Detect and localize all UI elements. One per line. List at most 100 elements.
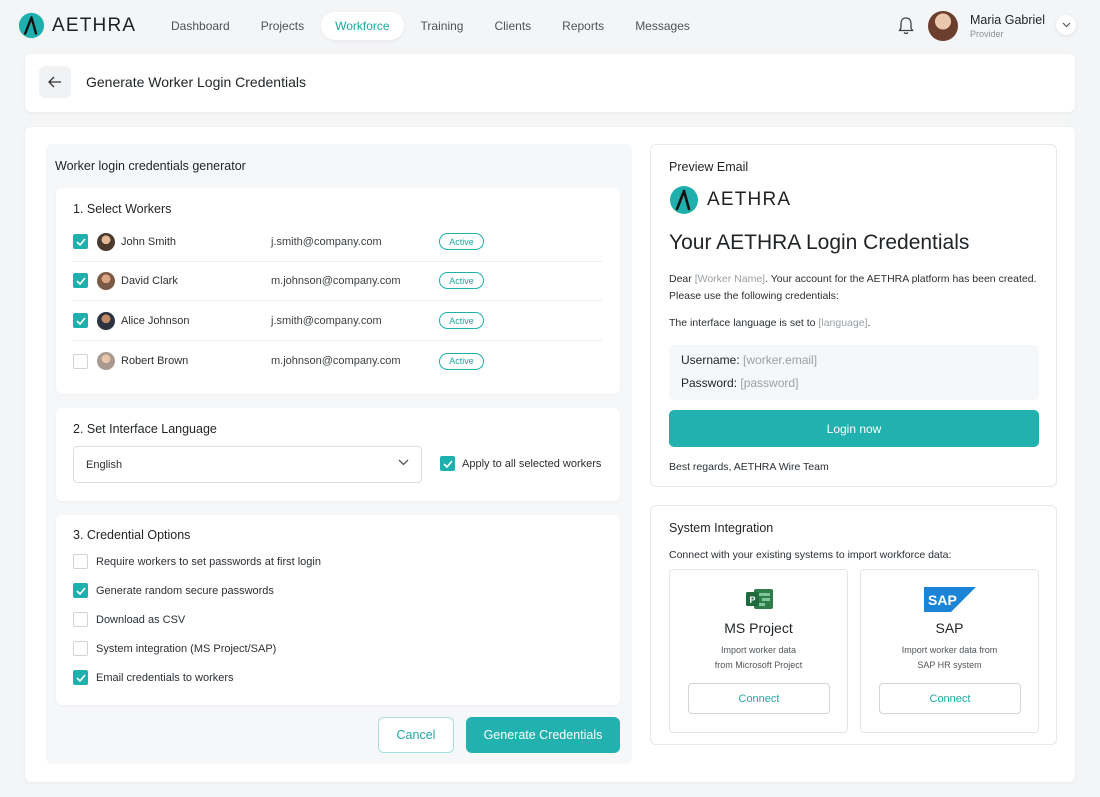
worker-email: j.smith@company.com [271,314,382,327]
worker-name: Robert Brown [121,355,189,367]
check-icon [75,586,86,595]
user-name: Maria Gabriel [970,13,1046,27]
check-icon [75,673,86,682]
option-checkbox[interactable] [73,612,88,627]
avatar [97,311,115,330]
brand-name: AETHRA [52,14,137,36]
option-download-csv[interactable]: Download as CSV [73,612,185,627]
username-placeholder: [worker.email] [743,353,818,367]
page-title: Generate Worker Login Credentials [86,74,306,90]
language-line-text: The interface language is set to [669,317,819,329]
connect-sap-button[interactable]: Connect [879,683,1021,714]
top-navigation: AETHRA Dashboard Projects Workforce Trai… [0,0,1100,52]
worker-row[interactable]: Alice Johnson j.smith@company.com Active [73,301,602,341]
worker-email: j.smith@company.com [271,235,382,248]
language-line-end: . [867,317,871,329]
email-signoff: Best regards, AETHRA Wire Team [669,461,829,473]
option-random-passwords[interactable]: Generate random secure passwords [73,583,274,598]
language-select-value: English [86,458,123,471]
worker-email: m.johnson@company.com [271,355,401,367]
cancel-button[interactable]: Cancel [378,717,454,753]
avatar [97,271,115,290]
option-checkbox[interactable] [73,583,88,598]
user-role: Provider [970,29,1004,39]
status-badge: Active [439,233,484,250]
email-logo-text: AETHRA [707,189,792,210]
worker-checkbox[interactable] [73,313,88,328]
nav-reports[interactable]: Reports [548,12,618,40]
nav-messages[interactable]: Messages [621,12,704,40]
worker-row[interactable]: Robert Brown m.johnson@company.com Activ… [73,341,602,381]
integration-description: Connect with your existing systems to im… [669,549,952,561]
login-now-button[interactable]: Login now [669,410,1039,447]
generator-title: Worker login credentials generator [55,159,246,173]
worker-name-placeholder: [Worker Name] [694,273,766,285]
apply-all-label: Apply to all selected workers [462,457,602,470]
avatar [928,11,958,41]
worker-checkbox[interactable] [73,273,88,288]
page-header: Generate Worker Login Credentials [25,54,1075,112]
avatar [97,232,115,251]
option-system-integration[interactable]: System integration (MS Project/SAP) [73,641,276,656]
preview-title: Preview Email [669,160,749,174]
apply-all-option[interactable]: Apply to all selected workers [440,456,601,471]
username-label: Username: [681,353,740,367]
bell-icon[interactable] [897,16,915,36]
nav-clients[interactable]: Clients [480,12,545,40]
select-workers-card: 1. Select Workers John Smith j.smith@com… [56,188,620,394]
credential-options-title: 3. Credential Options [73,528,191,542]
option-checkbox[interactable] [73,670,88,685]
check-icon [75,276,86,285]
brand-logo[interactable]: AETHRA [18,12,136,39]
sap-icon: SAP [924,587,976,612]
sap-description: Import worker data from SAP HR system [861,643,1038,673]
avatar [97,352,115,370]
main-nav: Dashboard Projects Workforce Training Cl… [157,12,707,40]
email-language-line: The interface language is set to [langua… [669,317,870,329]
sap-logo-text: SAP [928,592,957,608]
status-badge: Active [439,352,484,370]
worker-row[interactable]: John Smith j.smith@company.com Active [73,222,602,262]
worker-checkbox[interactable] [73,234,88,249]
generate-credentials-button[interactable]: Generate Credentials [466,717,620,753]
status-badge: Active [439,272,484,289]
email-body: Dear [Worker Name]. Your account for the… [669,271,1041,305]
password-label: Password: [681,376,738,390]
option-label: Download as CSV [96,613,186,626]
back-button[interactable] [39,66,71,98]
option-first-login-password[interactable]: Require workers to set passwords at firs… [73,554,321,569]
password-line: Password: [password] [681,376,798,390]
language-card: 2. Set Interface Language English Apply … [56,408,620,501]
nav-projects[interactable]: Projects [247,12,318,40]
language-section-title: 2. Set Interface Language [73,422,217,436]
user-profile[interactable]: Maria Gabriel Provider [928,11,1045,41]
option-checkbox[interactable] [73,554,88,569]
user-menu-chevron-down-icon[interactable] [1056,15,1076,35]
nav-training[interactable]: Training [407,12,478,40]
worker-name: Alice Johnson [121,314,190,327]
sap-name: SAP [935,620,964,636]
worker-checkbox[interactable] [73,353,88,369]
status-badge: Active [439,312,484,329]
select-workers-title: 1. Select Workers [73,202,172,216]
aethra-logo-icon [670,186,698,214]
nav-dashboard[interactable]: Dashboard [157,12,244,40]
connect-ms-project-button[interactable]: Connect [688,683,830,714]
apply-all-checkbox[interactable] [440,456,455,471]
ms-project-icon: P [746,589,773,609]
language-select[interactable]: English [73,446,422,483]
sap-desc-line2: SAP HR system [917,660,982,670]
option-checkbox[interactable] [73,641,88,656]
worker-name: David Clark [121,274,178,287]
email-heading: Your AETHRA Login Credentials [669,231,970,254]
worker-row[interactable]: David Clark m.johnson@company.com Active [73,261,602,301]
option-label: Email credentials to workers [96,671,234,684]
username-line: Username: [worker.email] [681,353,817,367]
nav-workforce[interactable]: Workforce [321,12,404,40]
ms-project-card: P MS Project Import worker data from Mic… [669,569,848,733]
option-email-credentials[interactable]: Email credentials to workers [73,670,234,685]
sap-desc-line1: Import worker data from [901,645,998,655]
language-placeholder: [language] [818,317,868,329]
password-placeholder: [password] [740,376,799,390]
option-label: Require workers to set passwords at firs… [96,555,321,568]
